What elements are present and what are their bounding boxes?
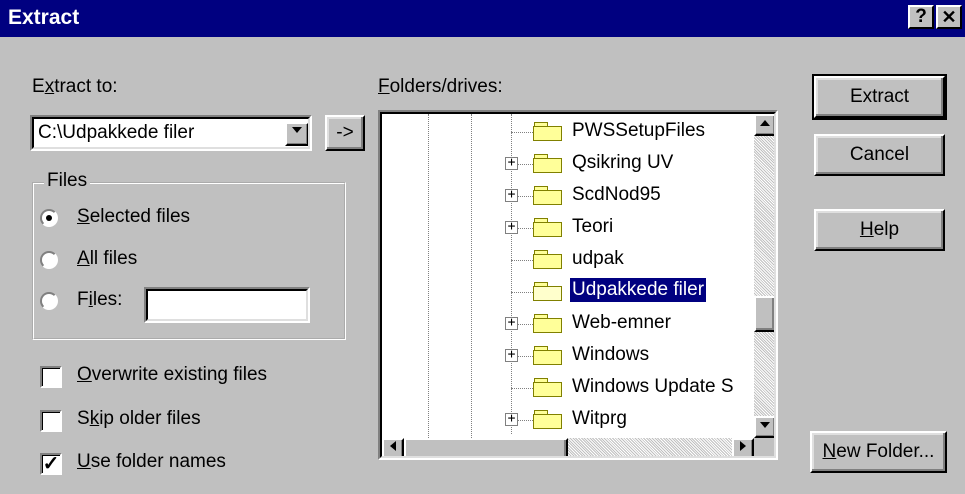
chevron-down-icon [292, 127, 302, 133]
checkbox-use-folder-names-label[interactable]: Use folder names [77, 451, 226, 473]
tree-item[interactable]: udpak [382, 244, 756, 276]
extract-dialog: Extract ? ✕ Extract to: C:\Udpakkede fil… [0, 0, 965, 494]
folder-icon [533, 410, 563, 430]
expand-plus-icon[interactable]: + [505, 156, 518, 170]
horizontal-scrollbar-thumb[interactable] [404, 438, 568, 458]
tree-item[interactable]: + Windows [382, 340, 756, 372]
scrollbar-corner [754, 438, 776, 458]
radio-all-files[interactable] [40, 251, 58, 269]
folder-icon [533, 314, 563, 334]
close-button[interactable]: ✕ [936, 5, 962, 29]
expand-plus-icon[interactable]: + [505, 348, 518, 362]
tree-item[interactable]: + Witprg [382, 404, 756, 436]
folder-icon [533, 218, 563, 238]
checkbox-overwrite-existing-label[interactable]: Overwrite existing files [77, 364, 267, 386]
expand-plus-icon[interactable]: + [505, 316, 518, 330]
folder-icon [533, 186, 563, 206]
extract-to-value[interactable]: C:\Udpakkede filer [38, 122, 194, 144]
vertical-scrollbar-thumb[interactable] [754, 296, 776, 332]
expand-plus-icon[interactable]: + [505, 220, 518, 234]
tree-item[interactable]: + Teori [382, 212, 756, 244]
checkbox-use-folder-names[interactable]: ✓ [40, 453, 62, 475]
scroll-right-button[interactable] [732, 438, 754, 458]
radio-files-pattern-label[interactable]: Files: [77, 289, 122, 311]
radio-files-pattern[interactable] [40, 292, 58, 310]
radio-selected-files-label[interactable]: Selected files [77, 206, 190, 228]
folder-icon [533, 250, 563, 270]
expand-plus-icon[interactable]: + [505, 412, 518, 426]
folders-drives-label: Folders/drives: [378, 76, 503, 97]
extract-button[interactable]: Extract [812, 74, 947, 120]
tree-item[interactable]: + Web-emner [382, 308, 756, 340]
arrow-left-icon [390, 441, 396, 451]
expand-plus-icon[interactable]: + [505, 188, 518, 202]
scroll-left-button[interactable] [382, 438, 404, 458]
files-pattern-input[interactable] [144, 287, 310, 323]
arrow-right-icon [740, 441, 746, 451]
tree-item[interactable]: + Qsikring UV [382, 148, 756, 180]
new-folder-button[interactable]: New Folder... [810, 431, 947, 473]
checkbox-skip-older[interactable] [40, 410, 62, 432]
browse-arrow-button[interactable]: -> [325, 115, 365, 151]
help-title-button[interactable]: ? [908, 5, 934, 29]
arrow-up-icon [760, 120, 770, 126]
tree-item-selected[interactable]: Udpakkede filer [382, 276, 756, 308]
checkbox-skip-older-label[interactable]: Skip older files [77, 408, 201, 430]
checkbox-overwrite-existing[interactable] [40, 366, 62, 388]
extract-to-combobox[interactable]: C:\Udpakkede filer [30, 115, 312, 151]
files-group-label: Files [44, 170, 91, 192]
vertical-scrollbar-track[interactable] [754, 114, 776, 438]
radio-selected-files[interactable] [40, 209, 58, 227]
window-title: Extract [8, 6, 80, 29]
arrow-down-icon [760, 422, 770, 428]
combobox-dropdown-button[interactable] [285, 122, 309, 146]
folder-tree-viewport: PWSSetupFiles + Qsikring UV + ScdNod95 +… [382, 114, 756, 438]
folder-icon [533, 378, 563, 398]
tree-item[interactable]: + ScdNod95 [382, 180, 756, 212]
open-folder-icon [533, 282, 563, 302]
folder-tree[interactable]: PWSSetupFiles + Qsikring UV + ScdNod95 +… [378, 110, 778, 460]
folder-icon [533, 346, 563, 366]
title-bar: Extract ? ✕ [0, 0, 965, 37]
tree-item[interactable]: PWSSetupFiles [382, 116, 756, 148]
tree-item[interactable]: Windows Update S [382, 372, 756, 404]
extract-to-label: Extract to: [32, 76, 118, 97]
radio-all-files-label[interactable]: All files [77, 248, 137, 270]
scroll-up-button[interactable] [754, 114, 776, 136]
cancel-button[interactable]: Cancel [814, 134, 945, 176]
folder-icon [533, 154, 563, 174]
folder-icon [533, 122, 563, 142]
scroll-down-button[interactable] [754, 416, 776, 438]
help-button[interactable]: Help [814, 209, 945, 251]
